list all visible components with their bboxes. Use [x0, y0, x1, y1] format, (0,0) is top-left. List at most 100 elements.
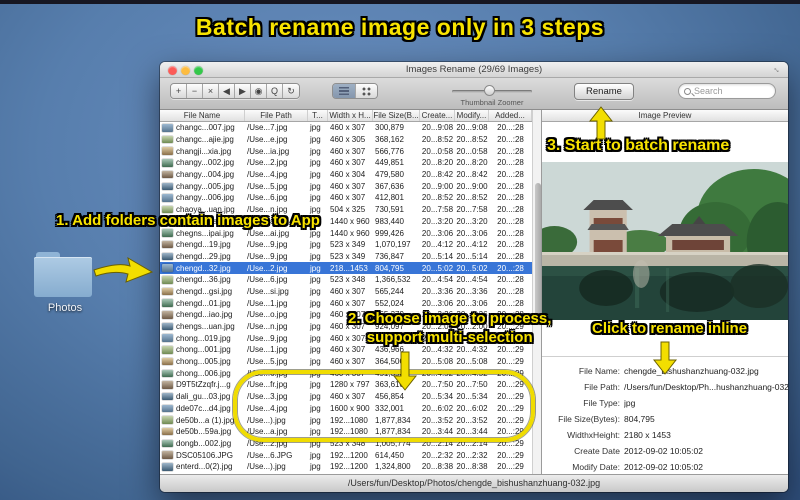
info-label: File Size(Bytes):	[558, 414, 620, 424]
column-header[interactable]: File Size(B...	[373, 110, 420, 121]
info-value[interactable]: 804,795	[624, 411, 788, 427]
table-row[interactable]: DSC05106.JPG/Use...6.JPG jpg 192...1200 614…	[160, 449, 532, 461]
table-row[interactable]: changy...005.jpg/Use...5.jpg jpg 460 x 307…	[160, 180, 532, 192]
info-value[interactable]: chengde_bishushanzhuang-032.jpg	[624, 363, 788, 379]
cell-added: 20...:28	[497, 135, 524, 145]
status-bar: /Users/fun/Desktop/Photos/chengde_bishus…	[160, 474, 788, 492]
search-input[interactable]: Search	[678, 83, 776, 99]
column-header[interactable]: File Path	[245, 110, 308, 121]
cell-name: changji...xia.jpg	[176, 146, 232, 156]
table-row[interactable]: changy...004.jpg/Use...4.jpg jpg 460 x 304…	[160, 169, 532, 181]
window-titlebar[interactable]: Images Rename (29/69 Images) ↔	[160, 62, 788, 78]
annotation-inline-hint: Click to rename inline	[592, 320, 748, 337]
table-row[interactable]: chengd...29.jpg/Use...9.jpg jpg 523 x 349 7…	[160, 251, 532, 263]
table-row[interactable]: chengd...19.jpg/Use...9.jpg jpg 523 x 349 1…	[160, 239, 532, 251]
cell-size: 999,426	[375, 228, 404, 238]
annotation-step1: 1. Add folders contain images to App	[56, 212, 320, 229]
table-row[interactable]: changy...006.jpg/Use...6.jpg jpg 460 x 307…	[160, 192, 532, 204]
cell-path: /Use...e.jpg	[247, 135, 288, 145]
cell-dims: 504 x 325	[330, 205, 366, 215]
cell-name: chengd...36.jpg	[176, 275, 231, 285]
column-header[interactable]: File Name	[160, 110, 245, 121]
file-thumbnail-icon	[162, 311, 173, 319]
table-row[interactable]: changc...007.jpg/Use...7.jpg jpg 460 x 307…	[160, 122, 532, 134]
info-value[interactable]: /Users/fun/Desktop/Ph...hushanzhuang-032…	[624, 379, 788, 395]
cell-type: jpg	[310, 240, 321, 250]
forward-button[interactable]: ▶	[235, 84, 251, 98]
rename-button[interactable]: Rename	[574, 83, 634, 100]
add-icon: +	[175, 86, 182, 96]
scrollbar-thumb[interactable]	[534, 183, 541, 318]
cell-create: 20...4:54	[421, 275, 454, 285]
info-value[interactable]: 2180 x 1453	[624, 427, 788, 443]
table-header-row[interactable]: File Name File Path T... Width x H... File S…	[160, 110, 532, 122]
column-header[interactable]: Modify...	[455, 110, 489, 121]
file-thumbnail-icon	[162, 276, 173, 284]
table-row[interactable]: changy...002.jpg/Use...2.jpg jpg 460 x 307…	[160, 157, 532, 169]
slider-knob[interactable]	[484, 85, 495, 96]
cell-path: /Use...1.jpg	[247, 298, 288, 308]
info-value[interactable]: 2012-09-02 10:05:02	[624, 459, 788, 474]
cell-added: 20...:28	[497, 240, 524, 250]
table-row[interactable]: changc...ajie.jpg/Use...e.jpg jpg 460 x 30…	[160, 134, 532, 146]
magnifier-button[interactable]: Q	[267, 84, 283, 98]
cell-create: 20...8:20	[421, 158, 454, 168]
cell-size: 565,244	[375, 286, 404, 296]
cell-name: enterd...0(2).jpg	[176, 462, 233, 472]
refresh-button[interactable]: ↻	[283, 84, 299, 98]
table-row[interactable]: chengd...01.jpg/Use...1.jpg jpg 460 x 307 5…	[160, 297, 532, 309]
table-row[interactable]: chengd...gsi.jpg/Use...si.jpg jpg 460 x 30…	[160, 286, 532, 298]
arrow-to-selection-icon	[392, 351, 418, 391]
grid-view-button[interactable]	[355, 84, 377, 98]
cell-size: 730,591	[375, 205, 404, 215]
cell-modify: 20...9:08	[456, 123, 488, 133]
cell-dims: 460 x 307	[330, 181, 366, 191]
cell-modify: 20...0:58	[456, 146, 488, 156]
quicklook-eye-button[interactable]: ◉	[251, 84, 267, 98]
cell-size: 367,636	[375, 181, 404, 191]
table-row[interactable]: chong...005.jpg/Use...5.jpg jpg 460 x 307 3…	[160, 356, 532, 368]
table-row[interactable]: enterd...0(2).jpg/Use...).jpg jpg 192...12…	[160, 461, 532, 473]
column-header[interactable]: Width x H...	[328, 110, 373, 121]
cell-create: 20...5:14	[421, 251, 454, 261]
column-header[interactable]: Added...	[489, 110, 532, 121]
cell-added: 20...:28	[497, 193, 524, 203]
cell-modify: 20...8:52	[456, 193, 488, 203]
cell-type: jpg	[310, 345, 321, 355]
folder-shape-front	[34, 257, 92, 297]
cell-type: jpg	[310, 251, 321, 261]
table-row[interactable]: chengd...36.jpg/Use...6.jpg jpg 523 x 348 1…	[160, 274, 532, 286]
column-header[interactable]: Create...	[420, 110, 455, 121]
add-button[interactable]: +	[171, 84, 187, 98]
info-value[interactable]: 2012-09-02 10:05:02	[624, 443, 788, 459]
table-row[interactable]: changji...xia.jpg/Use...ia.jpg jpg 460 x 3…	[160, 145, 532, 157]
cell-path: /Use...1.jpg	[247, 345, 288, 355]
cell-create: 20...3:20	[421, 216, 454, 226]
thumbnail-zoomer-slider[interactable]	[452, 85, 532, 96]
forward-icon: ▶	[239, 85, 246, 96]
cell-type: jpg	[310, 322, 321, 332]
cell-added: 20...:28	[497, 123, 524, 133]
back-button[interactable]: ◀	[219, 84, 235, 98]
info-value[interactable]: jpg	[624, 395, 788, 411]
table-row-selected[interactable]: chengd...32.jpg/Use...2.jpg jpg 218...1453…	[160, 262, 532, 274]
cell-size: 804,795	[375, 263, 404, 273]
search-placeholder: Search	[694, 86, 723, 96]
back-icon: ◀	[223, 85, 230, 96]
list-view-button[interactable]	[333, 84, 355, 98]
cell-path: /Use...ai.jpg	[247, 228, 290, 238]
cell-name: changc...ajie.jpg	[176, 135, 234, 145]
cell-path: /Use...5.jpg	[247, 357, 288, 367]
photos-folder-icon[interactable]: Photos	[34, 252, 96, 316]
cell-added: 20...:28	[497, 263, 524, 273]
remove-button[interactable]: −	[187, 84, 203, 98]
preview-photo	[542, 162, 788, 320]
delete-button[interactable]: ×	[203, 84, 219, 98]
cell-dims: 460 x 307	[330, 123, 366, 133]
cell-added: 20...:29	[497, 357, 524, 367]
cell-size: 736,847	[375, 251, 404, 261]
file-thumbnail-icon	[162, 299, 173, 307]
cell-modify: 20...3:06	[456, 228, 488, 238]
info-row: WidthxHeight: 2180 x 1453	[542, 427, 788, 443]
column-header[interactable]: T...	[308, 110, 328, 121]
